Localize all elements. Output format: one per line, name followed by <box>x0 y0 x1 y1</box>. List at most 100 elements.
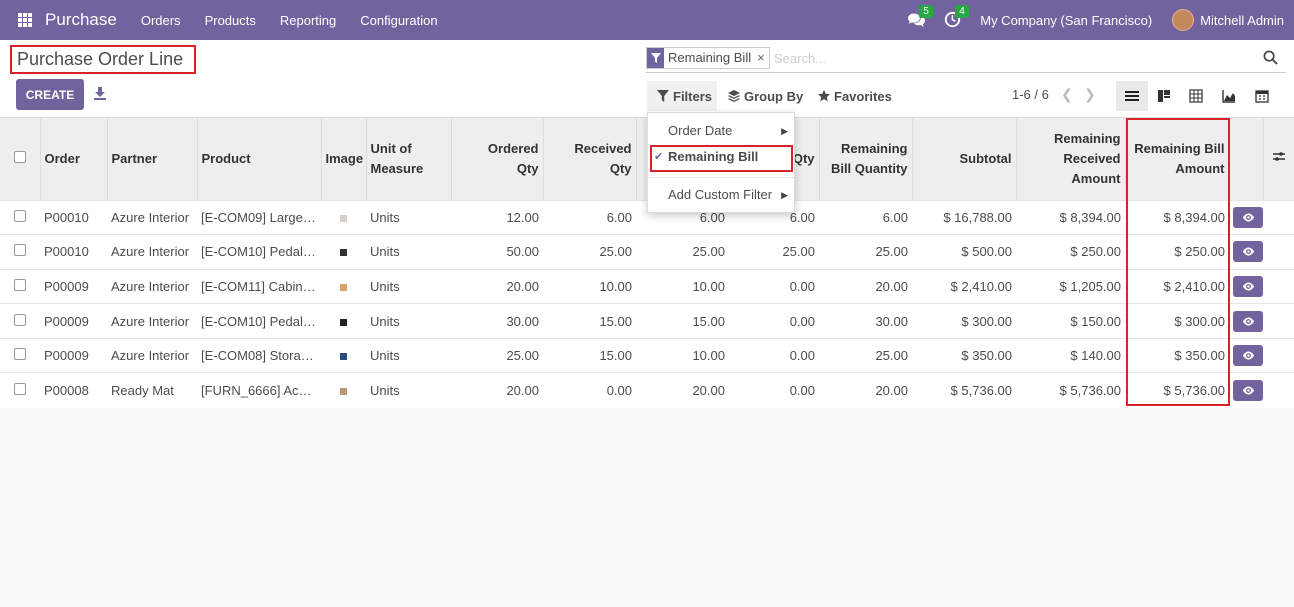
menu-products[interactable]: Products <box>193 13 268 28</box>
messages-button[interactable]: 5 <box>908 5 933 29</box>
area-chart-icon <box>1222 90 1235 103</box>
header-subtotal[interactable]: Subtotal <box>912 118 1017 200</box>
checkbox[interactable] <box>14 313 26 326</box>
filters-toggle[interactable]: Filters <box>647 81 717 111</box>
header-ordered-qty[interactable]: Ordered Qty <box>451 118 544 200</box>
row-checkbox[interactable] <box>0 337 40 373</box>
select-all-checkbox[interactable] <box>13 150 26 163</box>
menu-orders[interactable]: Orders <box>129 13 193 28</box>
optional-columns-icon[interactable] <box>1272 151 1285 163</box>
menu-reporting[interactable]: Reporting <box>268 13 348 28</box>
cell-partner: Azure Interior <box>107 234 197 270</box>
header-remaining-bill-amount[interactable]: Remaining Bill Amount <box>1125 118 1230 200</box>
header-received-qty[interactable]: Received Qty <box>543 118 637 200</box>
product-thumbnail <box>321 303 366 339</box>
header-image[interactable]: Image <box>321 118 367 200</box>
open-record-button[interactable] <box>1233 275 1263 297</box>
company-switcher[interactable]: My Company (San Francisco) <box>980 13 1152 28</box>
cell-empty <box>1263 337 1294 373</box>
app-name[interactable]: Purchase <box>45 10 117 30</box>
header-remaining-bill-quantity[interactable]: Remaining Bill Quantity <box>819 118 913 200</box>
pager-previous-icon[interactable]: ❮ <box>1061 86 1073 103</box>
filter-icon <box>647 48 664 68</box>
download-icon[interactable] <box>94 87 106 101</box>
product-thumbnail <box>321 337 366 373</box>
cell-received-qty: 15.00 <box>543 337 636 373</box>
table-row[interactable]: P00009Azure Interior[E-COM11] Cabinet wi… <box>0 268 1294 304</box>
menu-configuration[interactable]: Configuration <box>348 13 449 28</box>
cell-to-bill-qty: 0.00 <box>729 337 819 373</box>
product-thumbnail <box>321 372 366 408</box>
view-button[interactable] <box>1229 372 1263 408</box>
header-unit-of-measure[interactable]: Unit of Measure <box>366 118 452 200</box>
table-row[interactable]: P00010 Azure Interior [E-COM10] Pedal Bin U… <box>0 234 1294 270</box>
cell-subtotal: $ 500.00 <box>912 234 1016 270</box>
product-image <box>340 249 347 257</box>
cell-uom: Units <box>366 199 451 235</box>
calendar-view-button[interactable] <box>1246 81 1278 111</box>
user-menu[interactable]: Mitchell Admin <box>1200 13 1284 28</box>
activities-button[interactable]: 4 <box>944 5 969 29</box>
view-button[interactable] <box>1229 337 1263 373</box>
open-record-button[interactable] <box>1233 206 1263 228</box>
graph-view-button[interactable] <box>1213 81 1245 111</box>
checkbox[interactable] <box>14 383 26 396</box>
open-record-button[interactable] <box>1233 310 1263 332</box>
table-row[interactable]: P00009 Azure Interior [E-COM10] Pedal Bin U… <box>0 303 1294 339</box>
cell-empty <box>1263 372 1294 408</box>
list-view-button[interactable] <box>1116 81 1148 111</box>
facet-label: Remaining Bill <box>668 50 752 65</box>
cell-remaining-bill-qty: 20.00 <box>819 372 912 408</box>
open-record-button[interactable] <box>1233 345 1263 367</box>
checkbox[interactable] <box>14 278 26 291</box>
add-custom-filter[interactable]: Add Custom Filter ▶ <box>648 183 794 207</box>
create-button[interactable]: CREATE <box>16 79 84 110</box>
view-button[interactable] <box>1229 234 1263 270</box>
search-icon[interactable] <box>1263 50 1278 65</box>
row-checkbox[interactable] <box>0 372 40 408</box>
row-checkbox[interactable] <box>0 303 40 339</box>
row-checkbox[interactable] <box>0 268 40 304</box>
checkbox[interactable] <box>14 209 26 222</box>
row-checkbox[interactable] <box>0 199 40 235</box>
checkbox[interactable] <box>14 244 26 257</box>
groupby-label: Group By <box>744 88 804 104</box>
user-avatar[interactable] <box>1172 9 1195 31</box>
table-row[interactable]: P00008Ready Mat[FURN_6666] Acoustic Bloc… <box>0 372 1294 408</box>
top-navbar: Purchase Orders Products Reporting Confi… <box>0 0 1294 40</box>
row-checkbox[interactable] <box>0 234 40 270</box>
cell-remaining-received-amount: $ 8,394.00 <box>1016 199 1125 235</box>
table-row[interactable]: P00009Azure Interior[E-COM08] Storage Bo… <box>0 337 1294 373</box>
apps-menu-icon[interactable] <box>18 13 32 27</box>
cell-billed-qty: 10.00 <box>636 268 729 304</box>
favorites-toggle[interactable]: Favorites <box>818 81 892 111</box>
header-remaining-received-amount[interactable]: Remaining Received Amount <box>1016 118 1126 200</box>
checkbox[interactable] <box>14 348 26 361</box>
cell-billed-qty: 15.00 <box>636 303 729 339</box>
header-order[interactable]: Order <box>40 118 108 200</box>
view-button[interactable] <box>1229 268 1263 304</box>
layers-icon <box>728 90 740 102</box>
facet-remove-button[interactable]: × <box>755 48 769 68</box>
cell-product: [E-COM11] Cabinet with Doors <box>197 268 321 304</box>
header-partner[interactable]: Partner <box>107 118 198 200</box>
cell-remaining-bill-qty: 25.00 <box>819 337 912 373</box>
open-record-button[interactable] <box>1233 241 1263 263</box>
filter-order-date[interactable]: Order Date ▶ <box>648 119 794 143</box>
pager-value[interactable]: 1-6 / 6 <box>1012 87 1049 102</box>
kanban-view-button[interactable] <box>1148 81 1180 111</box>
pivot-view-button[interactable] <box>1180 81 1212 111</box>
pager-next-icon[interactable]: ❯ <box>1084 86 1096 103</box>
groupby-toggle[interactable]: Group By <box>728 81 803 111</box>
cell-billed-qty: 10.00 <box>636 337 729 373</box>
cell-subtotal: $ 350.00 <box>912 337 1016 373</box>
open-record-button[interactable] <box>1233 380 1263 402</box>
view-button[interactable] <box>1229 303 1263 339</box>
cell-billed-qty: 20.00 <box>636 372 729 408</box>
header-product[interactable]: Product <box>197 118 322 200</box>
search-input[interactable] <box>774 49 1244 67</box>
cell-order: P00009 <box>40 303 107 339</box>
view-button[interactable] <box>1229 199 1263 235</box>
product-thumbnail <box>321 234 366 270</box>
cell-remaining-received-amount: $ 140.00 <box>1016 337 1125 373</box>
